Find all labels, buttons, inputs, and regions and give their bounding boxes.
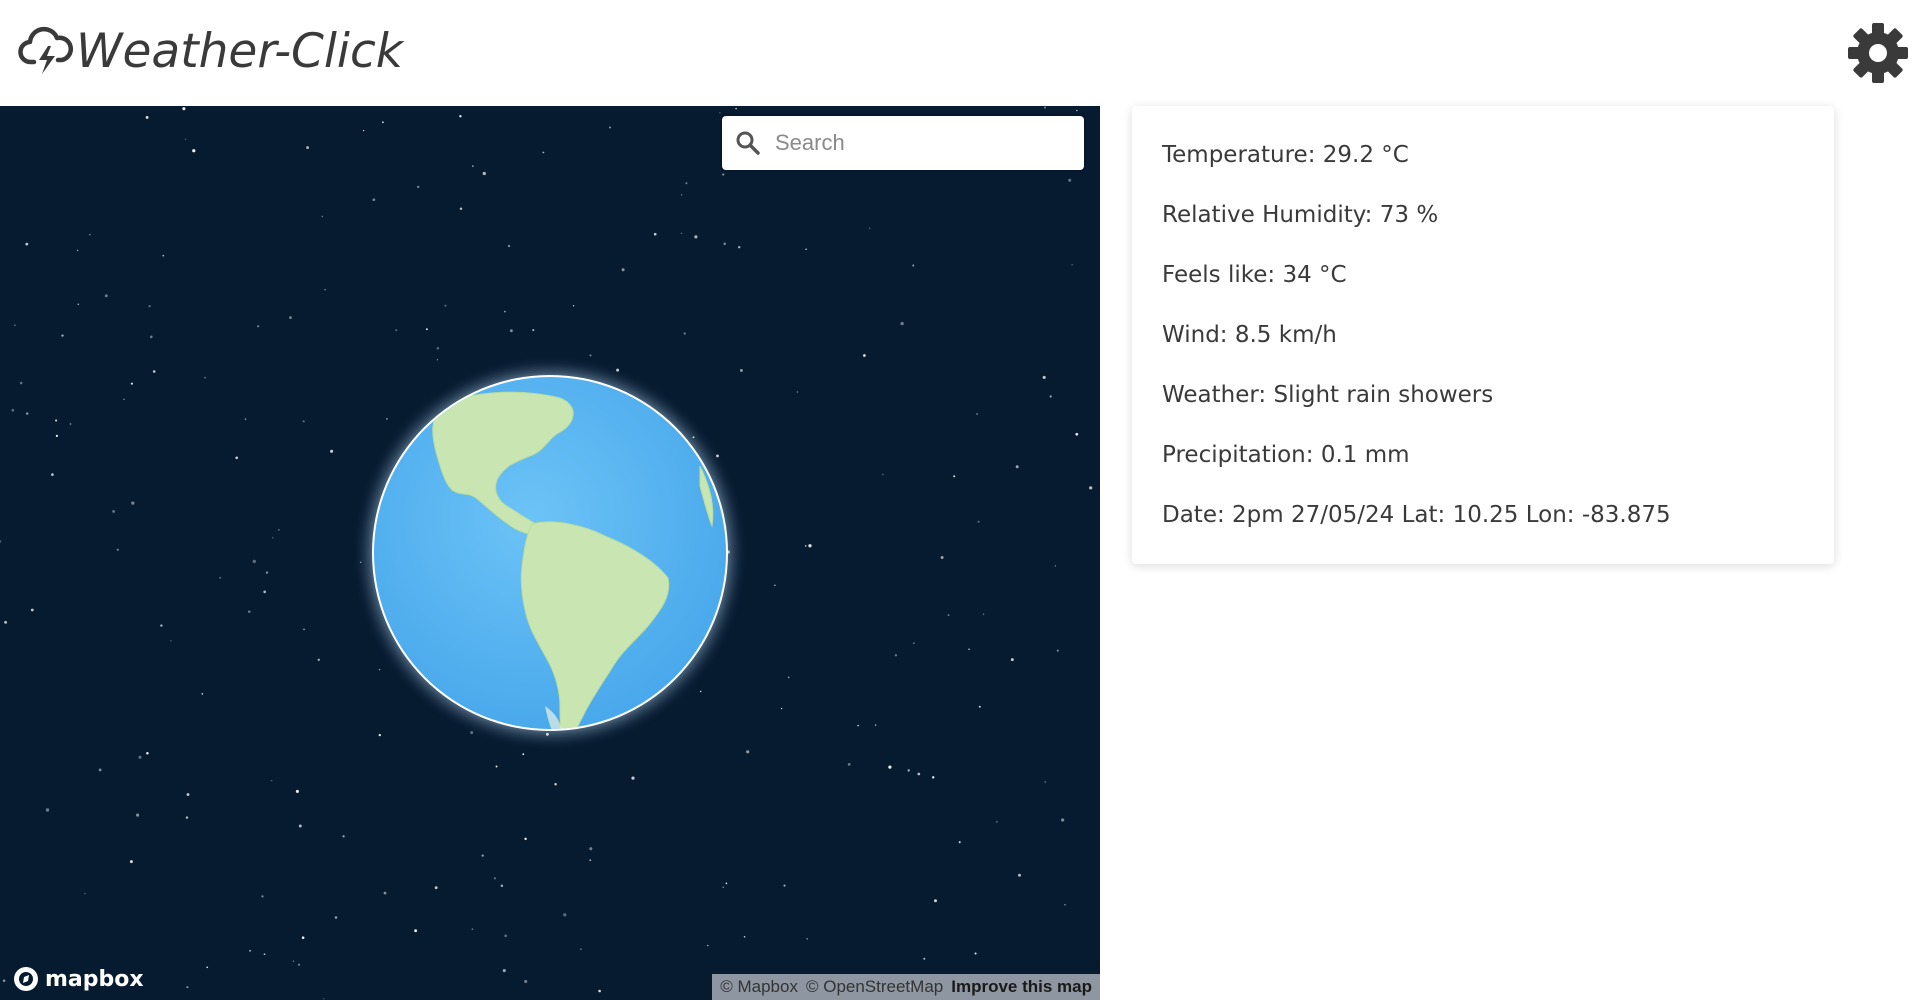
cloud-lightning-icon (18, 26, 73, 74)
map-attribution: © Mapbox © OpenStreetMap Improve this ma… (712, 974, 1100, 1000)
precipitation-row: Precipitation: 0.1 mm (1162, 442, 1410, 468)
weather-info-panel: Temperature: 29.2 °C Relative Humidity: … (1132, 106, 1834, 564)
settings-button[interactable] (1845, 20, 1911, 86)
improve-map-link[interactable]: Improve this map (951, 977, 1092, 997)
app-header: Weather-Click (0, 0, 1920, 106)
weather-condition-row: Weather: Slight rain showers (1162, 382, 1494, 408)
mapbox-attribution-link[interactable]: © Mapbox (720, 977, 798, 997)
humidity-row: Relative Humidity: 73 % (1162, 202, 1439, 228)
magnifier-icon (736, 131, 760, 155)
temperature-row: Temperature: 29.2 °C (1162, 142, 1409, 168)
globe-map[interactable]: mapbox © Mapbox © OpenStreetMap Improve … (0, 106, 1100, 1000)
app-title: Weather-Click (76, 24, 404, 79)
mapbox-logo[interactable]: mapbox (12, 965, 144, 993)
mapbox-icon (14, 967, 38, 991)
wind-row: Wind: 8.5 km/h (1162, 322, 1337, 348)
gear-icon (1848, 23, 1908, 83)
starfield-globe (0, 106, 1093, 1000)
search-input[interactable] (773, 129, 1067, 157)
osm-attribution-link[interactable]: © OpenStreetMap (806, 977, 943, 997)
search-box[interactable] (722, 116, 1084, 170)
feels-like-row: Feels like: 34 °C (1162, 262, 1347, 288)
date-location-row: Date: 2pm 27/05/24 Lat: 10.25 Lon: -83.8… (1162, 502, 1671, 528)
app-logo: Weather-Click (18, 24, 403, 80)
mapbox-wordmark: mapbox (45, 966, 144, 992)
